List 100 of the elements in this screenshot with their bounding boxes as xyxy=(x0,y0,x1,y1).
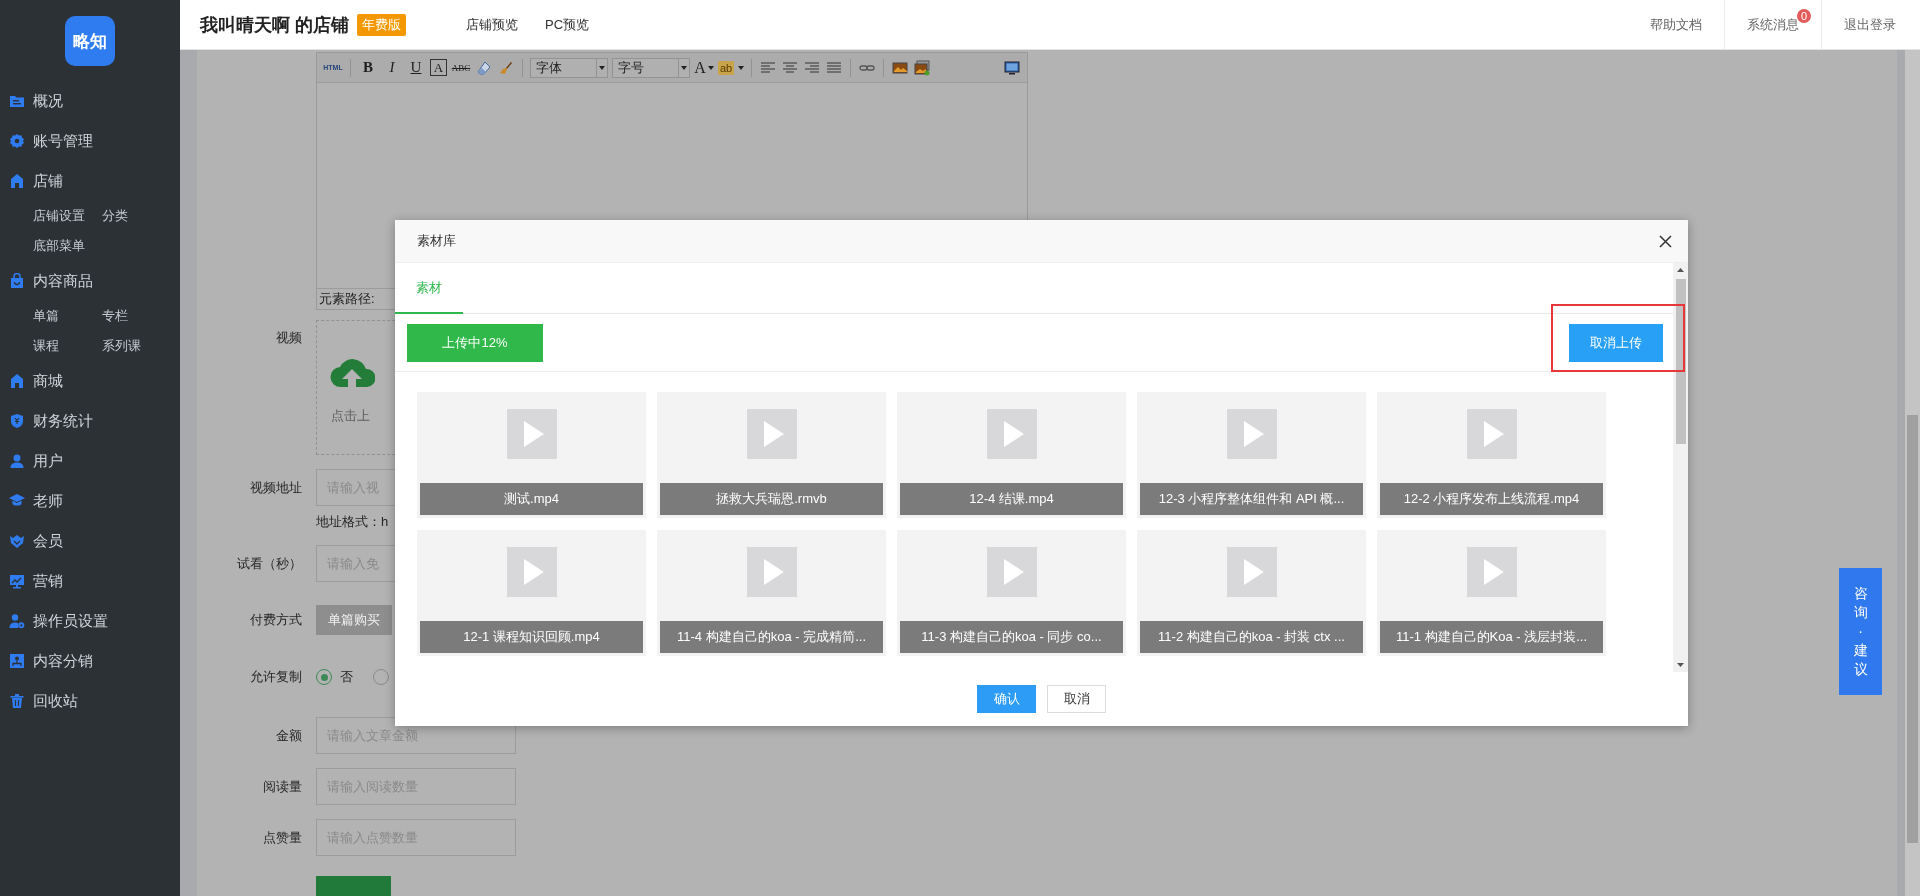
file-name: 12-1 课程知识回顾.mp4 xyxy=(420,621,643,653)
sidebar-item-label[interactable]: 用户 xyxy=(33,451,63,471)
align-left-icon[interactable] xyxy=(759,59,778,76)
align-right-icon[interactable] xyxy=(803,59,822,76)
shop-icon xyxy=(9,173,25,189)
video-card[interactable]: 12-1 课程知识回顾.mp4 xyxy=(417,530,646,656)
play-icon xyxy=(506,409,557,459)
play-icon xyxy=(506,547,557,597)
align-center-icon[interactable] xyxy=(781,59,800,76)
hint-text: 地址格式：h xyxy=(316,513,390,531)
font-color-label: A xyxy=(694,58,706,77)
justify-icon[interactable] xyxy=(825,59,844,76)
video-card[interactable]: 12-4 结课.mp4 xyxy=(897,392,1126,518)
nav-link[interactable]: PC预览 xyxy=(545,15,590,34)
field-label: 试看（秒） xyxy=(236,554,303,573)
images-icon[interactable] xyxy=(913,59,932,76)
scroll-up-icon[interactable] xyxy=(1677,268,1684,272)
sidebar-subitem[interactable]: 分类 xyxy=(102,201,128,231)
brush-icon[interactable] xyxy=(497,59,515,76)
field-label: 阅读量 xyxy=(262,777,303,796)
shop-name: 我叫晴天啊 的店铺 xyxy=(200,13,349,37)
bold-button[interactable]: B xyxy=(358,56,378,79)
nav-link[interactable]: 店铺预览 xyxy=(466,15,518,34)
sidebar-subitem[interactable]: 底部菜单 xyxy=(33,231,85,261)
sidebar-item-label[interactable]: 概况 xyxy=(33,91,63,111)
italic-button[interactable]: I xyxy=(382,56,402,79)
sidebar-item-label[interactable]: 会员 xyxy=(33,531,63,551)
play-icon xyxy=(746,547,797,597)
field-label: 视频地址 xyxy=(249,478,303,497)
network-icon xyxy=(9,653,25,669)
video-card[interactable]: 测试.mp4 xyxy=(417,392,646,518)
sidebar-item-label[interactable]: 账号管理 xyxy=(33,131,93,151)
sidebar-item-label[interactable]: 回收站 xyxy=(33,691,78,711)
video-card[interactable]: 11-1 构建自己的Koa - 浅层封装... xyxy=(1377,530,1606,656)
strikethrough-button[interactable]: ABC xyxy=(451,56,471,79)
gear-icon xyxy=(9,133,25,149)
sidebar-subitem[interactable]: 专栏 xyxy=(102,301,128,331)
underline-button[interactable]: U xyxy=(406,56,426,79)
file-name: 11-4 构建自己的koa - 完成精简... xyxy=(660,621,883,653)
caret-icon xyxy=(599,65,605,70)
file-name: 11-3 构建自己的koa - 同步 co... xyxy=(900,621,1123,653)
field-label: 付费方式 xyxy=(249,611,303,629)
chart-icon xyxy=(9,573,25,589)
field-label: 视频 xyxy=(275,329,303,347)
sidebar-item-label[interactable]: 财务统计 xyxy=(33,411,93,431)
eraser-icon[interactable] xyxy=(475,59,493,76)
scrollbar[interactable] xyxy=(1673,263,1688,672)
sidebar-subitem[interactable]: 系列课 xyxy=(102,331,141,361)
user-icon xyxy=(9,453,25,469)
play-icon xyxy=(1226,409,1277,459)
dropdown-label: 字体 xyxy=(536,58,562,77)
video-card[interactable]: 11-2 构建自己的koa - 封装 ctx ... xyxy=(1137,530,1366,656)
sidebar-item-label[interactable]: 老师 xyxy=(33,491,63,511)
border-button[interactable]: A xyxy=(430,59,447,76)
sidebar-item-label[interactable]: 商城 xyxy=(33,371,63,391)
caret-icon xyxy=(681,65,687,70)
image-icon[interactable] xyxy=(891,59,910,76)
sidebar-item-label[interactable]: 店铺 xyxy=(33,171,63,191)
badge-icon xyxy=(9,533,25,549)
scroll-down-icon[interactable] xyxy=(1677,663,1684,667)
sidebar-subitem[interactable]: 单篇 xyxy=(33,301,59,331)
font-color-button[interactable]: A xyxy=(694,56,714,79)
file-name: 12-4 结课.mp4 xyxy=(900,483,1123,515)
file-name: 测试.mp4 xyxy=(420,483,643,515)
sidebar-item-label[interactable]: 内容分销 xyxy=(33,651,93,671)
sidebar-subitem[interactable]: 课程 xyxy=(33,331,59,361)
sidebar-item-label[interactable]: 营销 xyxy=(33,571,63,591)
video-card[interactable]: 12-2 小程序发布上线流程.mp4 xyxy=(1377,392,1606,518)
highlight-button[interactable]: ab xyxy=(718,60,735,75)
close-icon[interactable] xyxy=(1659,234,1672,248)
count-badge: 0 xyxy=(1797,9,1811,23)
video-card[interactable]: 11-3 构建自己的koa - 同步 co... xyxy=(897,530,1126,656)
play-icon xyxy=(986,409,1037,459)
file-name: 拯救大兵瑞恩.rmvb xyxy=(660,483,883,515)
caret-icon xyxy=(707,65,714,70)
field-label: 金额 xyxy=(275,726,303,745)
dropdown-label: 字号 xyxy=(618,58,644,77)
play-icon xyxy=(1466,547,1517,597)
video-card[interactable]: 12-3 小程序整体组件和 API 概... xyxy=(1137,392,1366,518)
dropdown[interactable]: 字号 xyxy=(612,57,690,78)
sidebar-item-label[interactable]: 操作员设置 xyxy=(33,611,108,631)
play-icon xyxy=(986,547,1037,597)
shop-icon xyxy=(9,373,25,389)
file-name: 11-2 构建自己的koa - 封装 ctx ... xyxy=(1140,621,1363,653)
field-label: 允许复制 xyxy=(249,668,303,686)
sidebar-subitem[interactable]: 店铺设置 xyxy=(33,201,85,231)
monitor-icon[interactable] xyxy=(1003,59,1021,76)
feedback-button[interactable]: 咨询·建议 xyxy=(1839,568,1882,695)
file-name: 11-1 构建自己的Koa - 浅层封装... xyxy=(1380,621,1603,653)
video-card[interactable]: 拯救大兵瑞恩.rmvb xyxy=(657,392,886,518)
caret-icon xyxy=(738,65,745,70)
video-card[interactable]: 11-4 构建自己的koa - 完成精简... xyxy=(657,530,886,656)
bag-icon xyxy=(9,273,25,289)
field-label: 点赞量 xyxy=(262,828,303,847)
dropdown[interactable]: 字体 xyxy=(530,57,608,78)
top-link[interactable]: 退出登录 xyxy=(1821,0,1920,49)
sidebar-item-label[interactable]: 内容商品 xyxy=(33,271,93,291)
cancel-button[interactable]: 取消 xyxy=(1047,685,1106,713)
scrollbar[interactable] xyxy=(1905,50,1920,896)
top-link[interactable]: 帮助文档 xyxy=(1628,0,1724,49)
